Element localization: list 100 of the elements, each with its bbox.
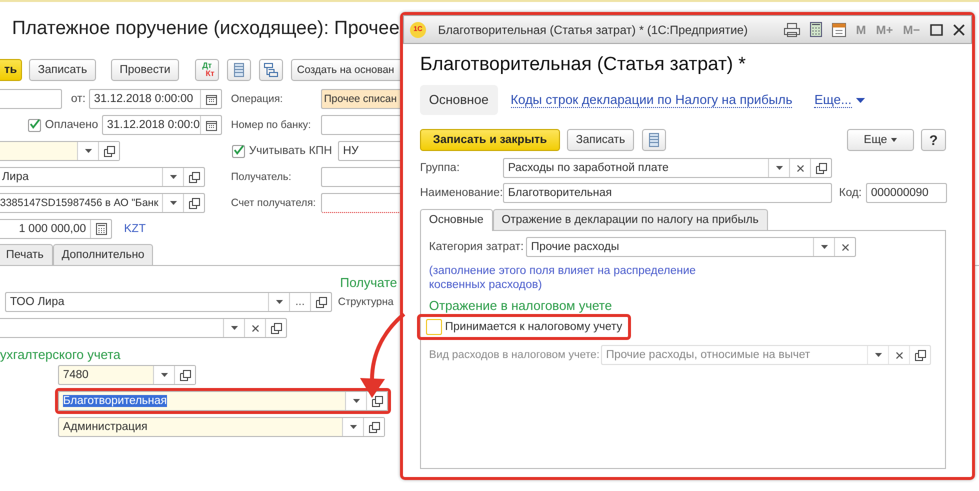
calendar-icon[interactable] [832,22,846,37]
field-label: Группа: [420,162,461,174]
hierarchy-icon [264,63,278,77]
close-icon [252,324,258,332]
calendar-icon [206,120,216,130]
structure-button[interactable] [259,59,283,81]
expense-item-field[interactable]: 7480 [58,365,196,385]
caret-icon [891,138,898,142]
caret-icon [170,175,176,179]
counterparty-field[interactable]: Лира [0,167,205,187]
field-label: Вид расходов в налоговом учете: [429,349,601,361]
printer-icon[interactable] [784,22,800,36]
nav-link[interactable]: Основное [420,85,498,115]
open-button[interactable] [363,418,384,436]
close-icon[interactable] [953,24,965,36]
toolbar-button[interactable]: Записать [29,59,96,81]
form-title: Платежное поручение (исходящее): Прочее [12,17,400,41]
dropdown-button[interactable] [342,418,363,436]
more-link[interactable]: Еще... [814,92,852,108]
caret-icon [276,300,282,304]
code-field[interactable]: 000000090 [866,183,947,203]
section-title: Получате [340,274,398,290]
caret-icon [160,373,168,377]
caret-icon [230,326,238,330]
caret-icon [170,201,176,205]
open-window-icon [372,396,382,406]
account-field[interactable]: 3385147SD15987456 в АО "Банк [0,193,205,213]
date-field[interactable]: 31.12.2018 0:00:00 [89,89,222,109]
tab[interactable]: Дополнительно [52,244,154,265]
checkbox[interactable] [28,118,41,132]
list-icon [234,63,244,77]
checkbox-label: Оплачено [45,119,100,131]
amount-field[interactable]: 1 000 000,00 [0,219,112,239]
toolbar-button[interactable]: Провести [111,59,179,81]
tab[interactable]: Отражение в декларации по налогу на прибыль [492,209,768,230]
open-window-icon [816,162,826,174]
calculator-icon [96,223,106,235]
open-window-icon [368,422,380,432]
list-button[interactable] [642,129,666,151]
section-title: ухгалтерского учета [0,346,121,362]
organization-field[interactable] [0,141,120,161]
date-field[interactable]: 31.12.2018 0:00:0 [102,115,222,135]
caret-icon [84,149,92,153]
checkbox-label: Принимается к налоговому учету [445,321,622,333]
tab[interactable]: Печать [0,244,53,265]
list-button[interactable] [227,59,251,81]
caret-icon [352,399,360,403]
hint-text: (заполнение этого поля влияет на распределение косвенных расходов) [429,264,697,292]
dropdown-button[interactable] [345,392,366,410]
calendar-icon [206,94,216,104]
open-window-icon [914,350,926,360]
save-and-close-button[interactable]: Записать и закрыть [420,129,560,151]
more-button[interactable]: Еще [847,129,914,151]
field-label: Номер по банку: [231,119,312,131]
category-field[interactable]: Прочие расходы [526,237,856,257]
select-button[interactable]: ... [289,293,310,311]
field-label: Структурна [338,296,394,308]
name-field[interactable]: Благотворительная [503,183,832,203]
field-label: Категория затрат: [429,241,525,253]
caret-icon [856,98,865,102]
calculator-icon[interactable] [810,22,822,37]
open-button[interactable] [98,142,119,160]
currency-link[interactable]: KZT [124,223,146,235]
department-field[interactable] [0,318,287,338]
expense-item-field[interactable]: Администрация [58,417,385,437]
group-field[interactable]: Расходы по заработной плате [503,158,832,178]
dropdown-button[interactable] [77,142,98,160]
checkbox[interactable] [426,319,442,335]
open-button[interactable] [366,392,387,410]
open-window-icon [270,322,282,334]
caret-icon [874,353,882,357]
open-window-icon [316,296,326,308]
organization-field[interactable]: ТОО Лира ... [5,292,332,312]
field-label: Код: [839,187,863,199]
field-label: Операция: [231,93,284,105]
form-heading: Благотворительная (Статья затрат) * [420,53,747,77]
debit-credit-button[interactable]: Дт Кт [195,59,219,81]
open-window-icon [188,198,200,208]
save-button[interactable]: Записать [567,129,634,151]
maximize-icon[interactable] [930,24,943,36]
help-button[interactable]: ? [921,129,946,151]
dropdown-button[interactable] [153,366,174,384]
number-field[interactable] [0,89,62,109]
field-label: от: [71,93,87,105]
field-label: Получатель: [231,171,292,183]
tab[interactable]: Основные [420,209,493,231]
open-button[interactable] [174,366,195,384]
caret-icon [350,425,356,429]
checkbox-label: Учитывать КПН [249,145,333,157]
field-label: Счет получателя: [231,197,317,209]
close-icon [796,164,804,172]
close-icon [896,352,902,358]
nav-link[interactable]: Коды строк декларации по Налогу на прибыль [510,92,792,108]
section-title: Отражение в налоговом учете [429,298,613,314]
field-label: Наименование: [420,187,503,199]
open-window-icon [180,370,190,380]
checkbox[interactable] [232,144,245,158]
expense-item-field[interactable]: Благотворительная [58,391,388,411]
open-window-icon [188,172,200,182]
post-and-close-button[interactable]: ть [0,59,22,81]
